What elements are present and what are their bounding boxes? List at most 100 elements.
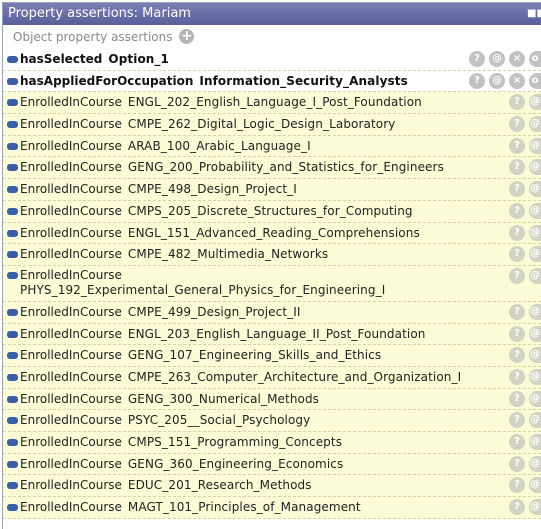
edit-button[interactable]: o [529, 51, 541, 67]
property-name: EnrolledInCourse [20, 369, 122, 384]
assertion-row[interactable]: EnrolledInCourse EDUC_201_Research_Method… [3, 475, 541, 498]
panel-options-icon[interactable]: ■■ [527, 3, 541, 25]
annotate-button[interactable]: @ [529, 325, 541, 342]
help-button[interactable]: ? [509, 434, 525, 450]
property-name: EnrolledInCourse [20, 203, 122, 218]
help-button[interactable]: ? [509, 499, 525, 516]
delete-button[interactable]: × [509, 51, 525, 67]
assertion-row[interactable]: EnrolledInCourse ENGL_202_English_Languag… [3, 92, 541, 115]
row-buttons: ? @ [505, 267, 541, 284]
annotate-button[interactable]: @ [529, 390, 541, 407]
assertion-row[interactable]: EnrolledInCourse CMPE_499_Design_Project_… [3, 301, 541, 324]
annotate-button[interactable]: @ [529, 246, 541, 263]
object-property-icon [7, 251, 18, 259]
property-value: CMPE_498_Design_Project_I [127, 182, 297, 197]
annotate-button[interactable]: @ [489, 51, 505, 67]
assertion-row[interactable]: EnrolledInCourse PHYS_192_Experimental_Ge… [3, 265, 541, 302]
section-label: Object property assertions [13, 30, 173, 44]
property-name: EnrolledInCourse [20, 391, 122, 406]
annotate-button[interactable]: @ [529, 455, 541, 472]
property-value: GENG_360_Engineering_Economics [127, 456, 344, 471]
assertion-row[interactable]: EnrolledInCourse MAGT_101_Principles_of_M… [3, 497, 541, 519]
help-button[interactable]: ? [509, 477, 525, 494]
property-value: EDUC_201_Research_Methods [127, 478, 312, 493]
annotate-button[interactable]: @ [529, 202, 541, 219]
annotate-button[interactable]: @ [529, 94, 541, 111]
help-button[interactable]: ? [509, 94, 525, 111]
property-name: EnrolledInCourse [20, 456, 122, 471]
object-property-icon [7, 142, 18, 150]
annotate-button[interactable]: @ [529, 267, 541, 284]
property-name: EnrolledInCourse [20, 326, 122, 341]
property-value: PHYS_192_Experimental_General_Physics_fo… [20, 282, 386, 297]
help-button[interactable]: ? [509, 325, 525, 342]
help-button[interactable]: ? [509, 159, 525, 176]
help-button[interactable]: ? [469, 72, 485, 89]
row-buttons: ? @ [505, 303, 541, 320]
annotate-button[interactable]: @ [529, 224, 541, 241]
help-button[interactable]: ? [509, 137, 525, 154]
row-buttons: ? @ [505, 137, 541, 154]
property-name: EnrolledInCourse [20, 478, 122, 493]
edit-button[interactable]: o [529, 72, 541, 89]
help-button[interactable]: ? [509, 246, 525, 263]
assertion-row[interactable]: EnrolledInCourse CMPE_263_Computer_Archit… [3, 366, 541, 389]
annotate-button[interactable]: @ [529, 347, 541, 364]
annotate-button[interactable]: @ [529, 159, 541, 176]
assertion-row[interactable]: EnrolledInCourse CMPS_151_Programming_Con… [3, 432, 541, 454]
help-button[interactable]: ? [509, 455, 525, 472]
delete-button[interactable]: × [509, 72, 525, 89]
help-button[interactable]: ? [509, 390, 525, 407]
help-button[interactable]: ? [509, 116, 525, 133]
assertion-row[interactable]: EnrolledInCourse GENG_200_Probability_and… [3, 157, 541, 180]
assertion-row[interactable]: EnrolledInCourse ENGL_203_English_Languag… [3, 323, 541, 346]
assertion-row[interactable]: EnrolledInCourse CMPE_262_Digital_Logic_D… [3, 114, 541, 136]
annotate-button[interactable]: @ [529, 412, 541, 429]
help-button[interactable]: ? [509, 347, 525, 364]
property-value: ENGL_202_English_Language_I_Post_Foundat… [127, 95, 422, 110]
assertion-row[interactable]: EnrolledInCourse CMPS_205_Discrete_Struct… [3, 200, 541, 223]
assertion-row[interactable]: EnrolledInCourse ARAB_100_Arabic_Language… [3, 135, 541, 158]
annotate-button[interactable]: @ [529, 116, 541, 133]
property-value: GENG_107_Engineering_Skills_and_Ethics [127, 348, 382, 363]
annotate-button[interactable]: @ [529, 137, 541, 154]
help-button[interactable]: ? [509, 412, 525, 429]
property-name: EnrolledInCourse [20, 348, 122, 363]
property-name: EnrolledInCourse [20, 117, 122, 132]
property-name: EnrolledInCourse [20, 182, 122, 197]
assertion-row[interactable]: EnrolledInCourse ENGL_151_Advanced_Readin… [3, 222, 541, 245]
row-buttons: ? @ [505, 499, 541, 516]
assertion-row[interactable]: EnrolledInCourse CMPE_482_Multimedia_Netw… [3, 244, 541, 266]
help-button[interactable]: ? [509, 267, 525, 284]
annotate-button[interactable]: @ [529, 303, 541, 320]
help-button[interactable]: ? [509, 181, 525, 198]
add-assertion-button[interactable]: + [179, 29, 195, 44]
assertion-row[interactable]: hasAppliedForOccupation Information_Secur… [3, 70, 541, 93]
assertion-row[interactable]: hasSelected Option_1? @ × o [3, 49, 541, 71]
annotate-button[interactable]: @ [529, 368, 541, 385]
help-button[interactable]: ? [509, 224, 525, 241]
annotate-button[interactable]: @ [529, 434, 541, 450]
assertion-row[interactable]: EnrolledInCourse PSYC_205__Social_Psychol… [3, 410, 541, 432]
help-button[interactable]: ? [509, 303, 525, 320]
property-name: EnrolledInCourse [20, 413, 122, 428]
property-name: EnrolledInCourse [20, 138, 122, 153]
property-value: ENGL_151_Advanced_Reading_Comprehensions [127, 225, 420, 240]
property-name: EnrolledInCourse [20, 267, 122, 282]
assertion-row[interactable]: EnrolledInCourse GENG_300_Numerical_Metho… [3, 388, 541, 411]
annotate-button[interactable]: @ [529, 181, 541, 198]
annotate-button[interactable]: @ [489, 72, 505, 89]
assertion-row[interactable]: EnrolledInCourse CMPE_498_Design_Project_… [3, 179, 541, 201]
object-property-icon [7, 417, 18, 425]
help-button[interactable]: ? [509, 202, 525, 219]
help-button[interactable]: ? [509, 368, 525, 385]
assertion-row[interactable]: EnrolledInCourse GENG_107_Engineering_Ski… [3, 345, 541, 367]
annotate-button[interactable]: @ [529, 499, 541, 516]
row-buttons: ? @ [505, 116, 541, 133]
annotate-button[interactable]: @ [529, 477, 541, 494]
row-buttons: ? @ [505, 202, 541, 219]
object-property-icon [7, 99, 18, 107]
help-button[interactable]: ? [469, 51, 485, 67]
row-buttons: ? @ [505, 434, 541, 450]
assertion-row[interactable]: EnrolledInCourse GENG_360_Engineering_Eco… [3, 453, 541, 476]
